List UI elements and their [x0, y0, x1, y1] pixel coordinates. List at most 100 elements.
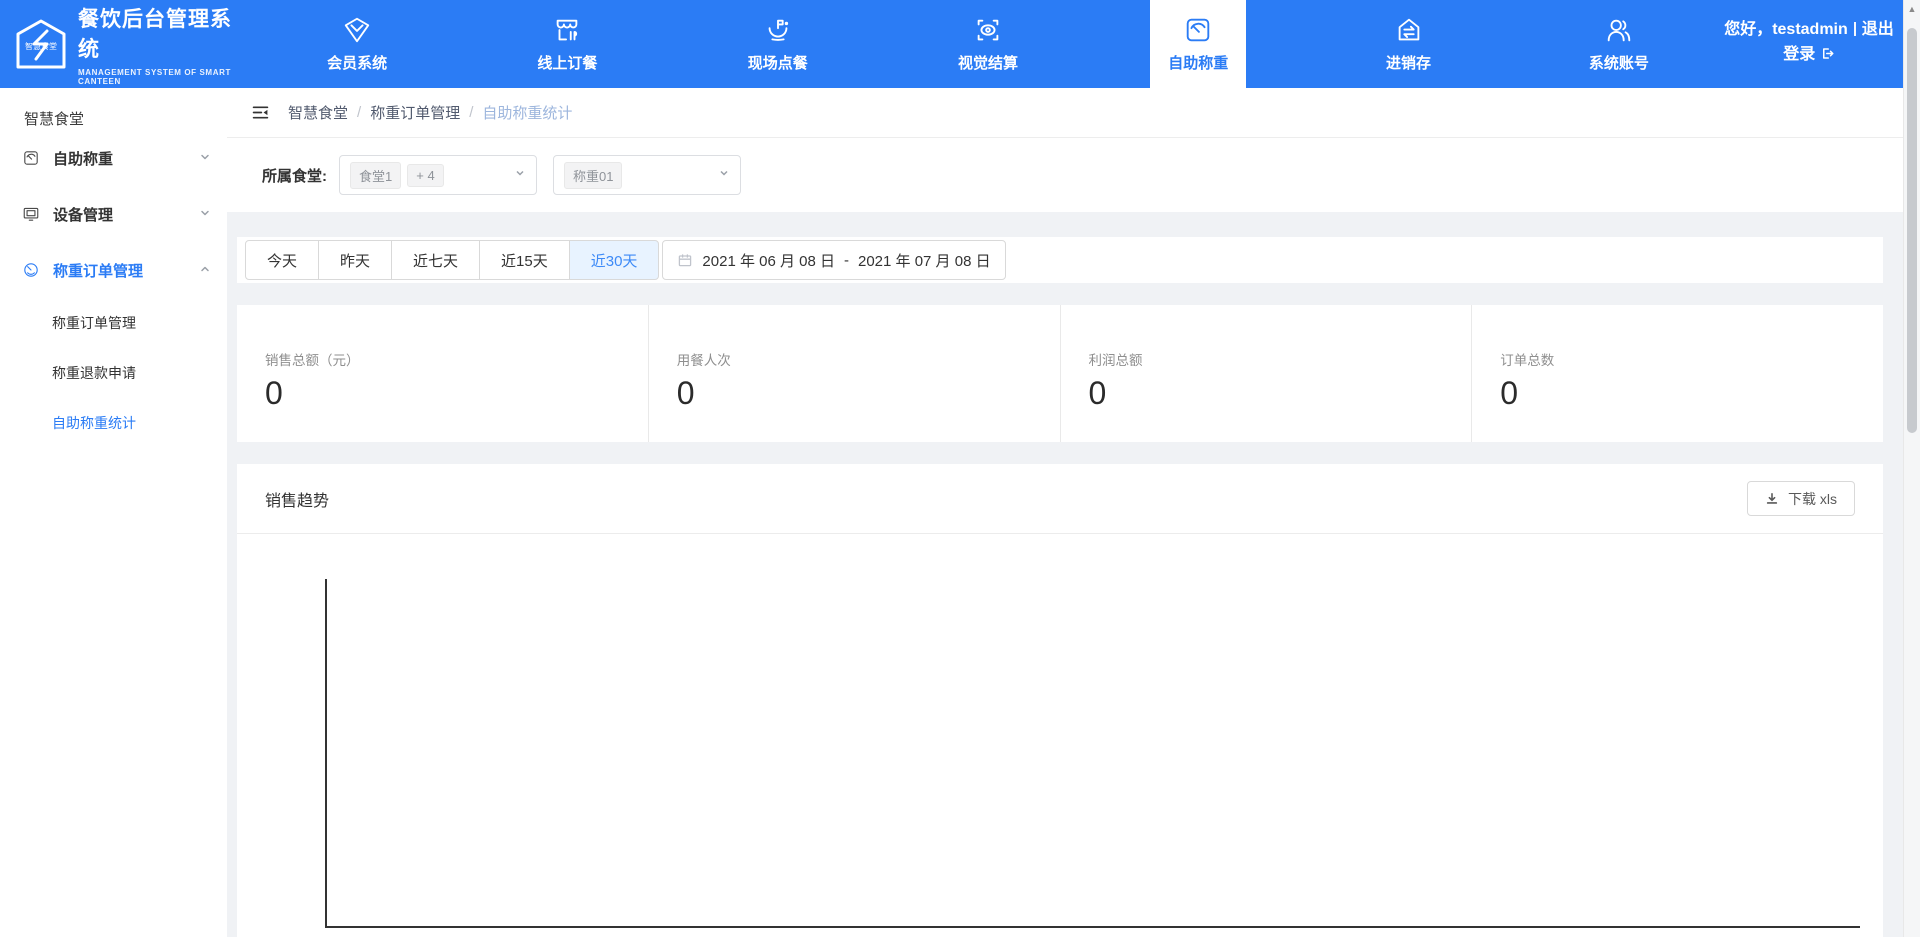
- app-title: 餐饮后台管理系统: [78, 3, 252, 63]
- sidebar-header: 智慧食堂: [0, 88, 227, 130]
- chevron-down-icon: [199, 150, 211, 167]
- user-block: 您好，testadmin退出登录: [1724, 0, 1920, 88]
- nav-item-member[interactable]: 会员系统: [252, 0, 462, 88]
- device-tag: 称重01: [564, 162, 622, 189]
- filter-bar: 所属食堂: 食堂1 + 4 称重01: [227, 138, 1920, 212]
- sidebar-item-self-weighing[interactable]: 自助称重: [0, 130, 227, 186]
- stat-value: 0: [1500, 375, 1883, 412]
- canteen-filter-label: 所属食堂:: [262, 165, 327, 186]
- nav-item-label: 进销存: [1386, 52, 1431, 73]
- scrollbar-up-arrow[interactable]: ▲: [1904, 4, 1920, 14]
- sidebar: 智慧食堂 自助称重 设备管理 称重订单管理: [0, 88, 227, 937]
- nav-item-label: 自助称重: [1168, 52, 1228, 73]
- sidebar-collapse-icon[interactable]: [251, 103, 270, 122]
- nav-item-inventory[interactable]: 进销存: [1303, 0, 1513, 88]
- sidebar-subitem-self-weighing-statistics[interactable]: 自助称重统计: [0, 398, 227, 448]
- stat-value: 0: [1089, 375, 1472, 412]
- app-subtitle: MANAGEMENT SYSTEM OF SMART CANTEEN: [78, 68, 252, 86]
- date-range-end: 2021 年 07 月 08 日: [858, 250, 991, 271]
- date-range-band: 今天 昨天 近七天 近15天 近30天 2021 年 06 月 08 日 - 2…: [237, 237, 1883, 283]
- date-range-separator: -: [844, 252, 849, 269]
- nav-item-label: 系统账号: [1589, 52, 1649, 73]
- stat-total-profit: 利润总额 0: [1060, 305, 1472, 442]
- sales-trend-header: 销售趋势 下载 xls: [237, 464, 1883, 534]
- date-range-picker[interactable]: 2021 年 06 月 08 日 - 2021 年 07 月 08 日: [662, 240, 1005, 280]
- stat-label: 用餐人次: [677, 349, 1060, 369]
- scale-icon: [22, 149, 40, 167]
- sidebar-subitem-label: 称重退款申请: [52, 363, 136, 383]
- nav-item-online-order[interactable]: 线上订餐: [462, 0, 672, 88]
- chevron-down-icon: [514, 166, 526, 184]
- nav-item-label: 现场点餐: [748, 52, 808, 73]
- nav-item-system-account[interactable]: 系统账号: [1514, 0, 1724, 88]
- download-xls-button[interactable]: 下载 xls: [1747, 481, 1855, 516]
- breadcrumb-item-home[interactable]: 智慧食堂: [288, 102, 348, 123]
- stat-label: 订单总数: [1500, 349, 1883, 369]
- breadcrumb-separator: /: [469, 104, 473, 121]
- download-button-label: 下载 xls: [1788, 489, 1837, 509]
- tab-last-15-days[interactable]: 近15天: [479, 240, 570, 280]
- sidebar-item-device-management[interactable]: 设备管理: [0, 186, 227, 242]
- brand-block: 智慧食堂 餐饮后台管理系统 MANAGEMENT SYSTEM OF SMART…: [0, 0, 252, 88]
- stat-total-orders: 订单总数 0: [1471, 305, 1883, 442]
- nav-item-vision-checkout[interactable]: 视觉结算: [883, 0, 1093, 88]
- scale-icon: [1183, 15, 1213, 45]
- sidebar-subitem-label: 称重订单管理: [52, 313, 136, 333]
- chevron-down-icon: [718, 166, 730, 184]
- dish-icon: [763, 15, 793, 45]
- canteen-tag-more: + 4: [407, 164, 443, 187]
- sales-trend-card: 销售趋势 下载 xls: [237, 464, 1883, 937]
- device-select[interactable]: 称重01: [553, 155, 741, 195]
- breadcrumb-item-current: 自助称重统计: [482, 102, 572, 123]
- nav-item-onsite-order[interactable]: 现场点餐: [673, 0, 883, 88]
- canteen-tag: 食堂1: [350, 162, 401, 189]
- chevron-up-icon: [199, 262, 211, 279]
- stat-value: 0: [265, 375, 648, 412]
- nav-item-label: 线上订餐: [537, 52, 597, 73]
- main-content: 智慧食堂 / 称重订单管理 / 自助称重统计 所属食堂: 食堂1 + 4 称重0…: [227, 88, 1920, 937]
- chart-y-axis: [325, 579, 327, 928]
- content-area: 今天 昨天 近七天 近15天 近30天 2021 年 06 月 08 日 - 2…: [237, 212, 1883, 937]
- chart-x-axis: [325, 926, 1860, 928]
- weigh-order-icon: [22, 261, 40, 279]
- sidebar-subitem-weigh-refund-request[interactable]: 称重退款申请: [0, 348, 227, 398]
- tab-last-30-days[interactable]: 近30天: [569, 240, 660, 280]
- stat-value: 0: [677, 375, 1060, 412]
- page-scrollbar[interactable]: ▲: [1903, 0, 1920, 937]
- sidebar-item-weigh-order-management[interactable]: 称重订单管理: [0, 242, 227, 298]
- nav-item-self-weighing[interactable]: 自助称重: [1093, 0, 1303, 88]
- logo-text: 智慧食堂: [25, 41, 57, 51]
- top-nav: 智慧食堂 餐饮后台管理系统 MANAGEMENT SYSTEM OF SMART…: [0, 0, 1920, 88]
- date-range-start: 2021 年 06 月 08 日: [702, 250, 835, 271]
- download-icon: [1765, 492, 1779, 506]
- breadcrumb-separator: /: [357, 104, 361, 121]
- logout-icon[interactable]: [1820, 46, 1835, 63]
- sidebar-item-label: 称重订单管理: [53, 260, 143, 281]
- breadcrumb-item-weigh-order[interactable]: 称重订单管理: [370, 102, 460, 123]
- tab-last-7-days[interactable]: 近七天: [391, 240, 480, 280]
- gem-icon: [342, 15, 372, 45]
- tab-yesterday[interactable]: 昨天: [318, 240, 392, 280]
- warehouse-arrows-icon: [1394, 15, 1424, 45]
- storefront-icon: [552, 15, 582, 45]
- vision-scan-icon: [973, 15, 1003, 45]
- sidebar-item-label: 设备管理: [53, 204, 113, 225]
- stat-diner-count: 用餐人次 0: [648, 305, 1060, 442]
- top-nav-items: 会员系统 线上订餐 现场点餐: [252, 0, 1724, 88]
- sidebar-subitem-weigh-order-management[interactable]: 称重订单管理: [0, 298, 227, 348]
- stat-label: 销售总额（元）: [265, 349, 648, 369]
- calendar-icon: [677, 252, 693, 268]
- breadcrumb-bar: 智慧食堂 / 称重订单管理 / 自助称重统计: [227, 88, 1920, 138]
- users-icon: [1604, 15, 1634, 45]
- stat-total-sales: 销售总额（元） 0: [237, 305, 648, 442]
- scrollbar-thumb[interactable]: [1907, 28, 1917, 433]
- tab-today[interactable]: 今天: [245, 240, 319, 280]
- sidebar-item-label: 自助称重: [53, 148, 113, 169]
- sidebar-subitem-label: 自助称重统计: [52, 413, 136, 433]
- chevron-down-icon: [199, 206, 211, 223]
- stat-label: 利润总额: [1089, 349, 1472, 369]
- nav-item-label: 视觉结算: [958, 52, 1018, 73]
- app-logo-icon: 智慧食堂: [14, 17, 68, 71]
- canteen-select[interactable]: 食堂1 + 4: [339, 155, 537, 195]
- stats-card: 销售总额（元） 0 用餐人次 0 利润总额 0 订单总数 0: [237, 305, 1883, 442]
